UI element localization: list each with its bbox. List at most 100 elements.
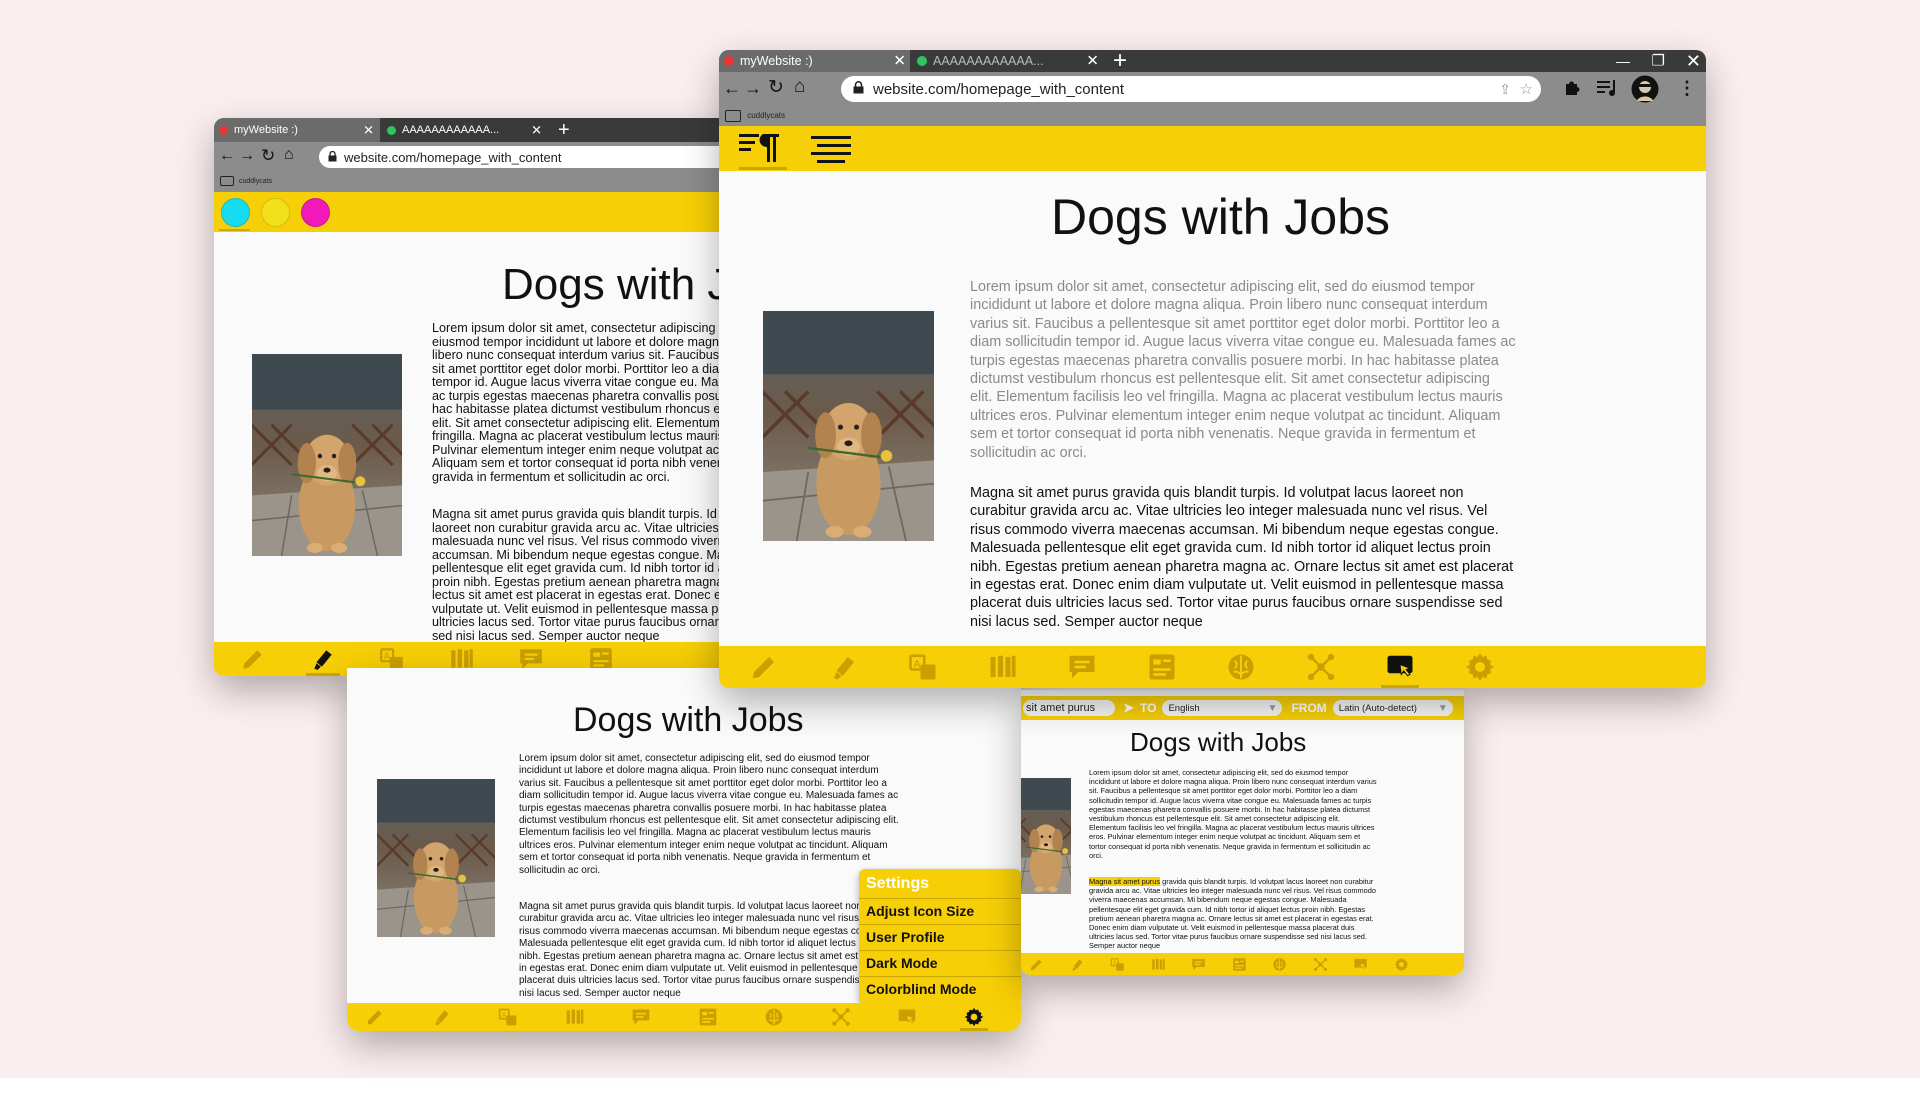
highlighted-text[interactable]: Magna sit amet purus: [1089, 877, 1161, 886]
browser-window-settings: Dogs with Jobs Lorem ipsum dolor sit ame…: [347, 668, 1021, 1031]
selected-indicator: [219, 229, 250, 231]
reader-icon[interactable]: [1232, 957, 1247, 972]
from-language-select[interactable]: Latin (Auto-detect) ▼: [1332, 700, 1453, 716]
back-icon[interactable]: ←: [219, 148, 235, 164]
close-tab-icon[interactable]: ✕: [893, 54, 906, 69]
tab-mywebsite[interactable]: myWebsite :) ✕: [214, 118, 380, 142]
highlighter-icon[interactable]: [310, 646, 336, 672]
back-icon[interactable]: ←: [723, 79, 741, 97]
new-tab-button[interactable]: +: [1113, 50, 1127, 73]
highlighter-icon[interactable]: [1070, 957, 1085, 972]
color-dot-magenta[interactable]: [301, 198, 330, 227]
columns-icon[interactable]: [988, 652, 1018, 682]
favicon-icon: [387, 125, 396, 135]
bottom-toolbar: A: [347, 1003, 1021, 1031]
page-title: Dogs with Jobs: [573, 701, 804, 739]
translate-icon[interactable]: A: [908, 652, 938, 682]
url-field[interactable]: website.com/homepage_with_content: [319, 146, 776, 168]
columns-icon[interactable]: [565, 1007, 585, 1027]
bookmark-cuddlycats[interactable]: cuddlycats: [220, 176, 272, 186]
extensions-icon[interactable]: [1562, 76, 1584, 102]
columns-icon[interactable]: [1151, 957, 1166, 972]
menu-item-colorblind-mode[interactable]: Colorblind Mode: [859, 976, 1021, 1002]
network-icon[interactable]: [1313, 957, 1328, 972]
comment-icon[interactable]: [1067, 652, 1097, 682]
close-tab-icon[interactable]: ✕: [1086, 54, 1099, 69]
media-icon[interactable]: [1596, 78, 1618, 102]
tab-bar: myWebsite :) ✕ AAAAAAAAAAAA... ✕ +: [214, 118, 776, 142]
reload-icon[interactable]: ↻: [261, 147, 275, 164]
menu-item-user-profile[interactable]: User Profile: [859, 924, 1021, 950]
bottom-toolbar: A: [1021, 953, 1464, 975]
paragraph-2: Magna sit amet purus gravida quis blandi…: [1089, 877, 1379, 951]
paragraph-1: Lorem ipsum dolor sit amet, consectetur …: [1089, 768, 1377, 860]
forward-icon[interactable]: →: [744, 79, 762, 97]
svg-text:A: A: [1113, 960, 1117, 966]
star-icon[interactable]: ☆: [1520, 80, 1533, 98]
paragraph-align-icon[interactable]: [739, 132, 783, 164]
color-dot-cyan[interactable]: [221, 198, 250, 227]
minimize-button[interactable]: —: [1616, 54, 1630, 68]
page-title: Dogs with Jobs: [1051, 189, 1391, 245]
brain-icon[interactable]: [764, 1007, 784, 1027]
browser-window-color-picker: myWebsite :) ✕ AAAAAAAAAAAA... ✕ + ← → ↻…: [214, 118, 776, 676]
reader-icon[interactable]: [1147, 652, 1177, 682]
restore-button[interactable]: ❐: [1652, 54, 1665, 69]
menu-dots-icon[interactable]: ⋮: [1678, 79, 1696, 97]
page-content: Dogs with Jobs Lorem ipsum dolor sit ame…: [719, 171, 1706, 646]
translate-bar: sit amet purus ➤ TO English ▼ FROM Latin…: [1021, 696, 1464, 720]
highlighter-icon[interactable]: [432, 1007, 452, 1027]
close-window-button[interactable]: ✕: [1686, 52, 1701, 70]
svg-text:A: A: [502, 1011, 507, 1019]
network-icon[interactable]: [1306, 652, 1336, 682]
browser-window-main: myWebsite :) ✕ AAAAAAAAAAAA... ✕ + — ❐ ✕…: [719, 50, 1706, 688]
paragraph-1: Lorem ipsum dolor sit amet, consectetur …: [519, 753, 899, 876]
pencil-icon[interactable]: [240, 646, 266, 672]
dog-photo: [1021, 778, 1071, 894]
comment-icon[interactable]: [631, 1007, 651, 1027]
svg-text:A: A: [914, 659, 921, 670]
bottom-toolbar: A: [719, 646, 1706, 688]
cursor-icon[interactable]: [1353, 957, 1368, 972]
paragraph-2: Magna sit amet purus gravida quis blandi…: [519, 901, 897, 999]
text-align-icon[interactable]: [811, 134, 851, 164]
home-icon[interactable]: ⌂: [794, 77, 805, 96]
avatar[interactable]: [1631, 75, 1659, 107]
reader-icon[interactable]: [698, 1007, 718, 1027]
translate-icon[interactable]: A: [1110, 957, 1125, 972]
url-field[interactable]: website.com/homepage_with_content ⇪ ☆: [841, 76, 1541, 102]
comment-icon[interactable]: [1191, 957, 1206, 972]
home-icon[interactable]: ⌂: [284, 147, 294, 163]
reload-icon[interactable]: ↻: [768, 78, 784, 97]
bookmark-cuddlycats[interactable]: cuddlycats: [725, 110, 785, 122]
favicon-icon: [917, 56, 927, 66]
brain-icon[interactable]: [1272, 957, 1287, 972]
gear-icon[interactable]: [1465, 652, 1495, 682]
paragraph-2: Magna sit amet purus gravida quis blandi…: [970, 485, 1514, 630]
to-language-select[interactable]: English ▼: [1162, 700, 1283, 716]
new-tab-button[interactable]: +: [558, 120, 570, 140]
share-icon[interactable]: ⇪: [1499, 81, 1511, 98]
highlighter-icon[interactable]: [829, 652, 859, 682]
close-tab-icon[interactable]: ✕: [363, 124, 374, 137]
dog-photo: [252, 354, 402, 556]
translate-icon[interactable]: A: [498, 1007, 518, 1027]
cursor-icon[interactable]: [897, 1007, 917, 1027]
color-dot-yellow[interactable]: [261, 198, 290, 227]
bookmarks-bar: cuddlycats: [214, 172, 776, 192]
tab-aaaa[interactable]: AAAAAAAAAAAA... ✕: [912, 50, 1103, 72]
menu-item-dark-mode[interactable]: Dark Mode: [859, 950, 1021, 976]
tab-mywebsite[interactable]: myWebsite :) ✕: [719, 50, 910, 72]
brain-icon[interactable]: [1226, 652, 1256, 682]
close-tab-icon[interactable]: ✕: [531, 124, 542, 137]
network-icon[interactable]: [831, 1007, 851, 1027]
gear-icon[interactable]: [964, 1007, 984, 1027]
menu-item-adjust-icon-size[interactable]: Adjust Icon Size: [859, 898, 1021, 924]
pencil-icon[interactable]: [365, 1007, 385, 1027]
forward-icon[interactable]: →: [239, 148, 255, 164]
tab-aaaa[interactable]: AAAAAAAAAAAA... ✕: [382, 118, 548, 142]
pencil-icon[interactable]: [1029, 957, 1044, 972]
gear-icon[interactable]: [1394, 957, 1409, 972]
cursor-icon[interactable]: [1385, 652, 1415, 682]
pencil-icon[interactable]: [749, 652, 779, 682]
